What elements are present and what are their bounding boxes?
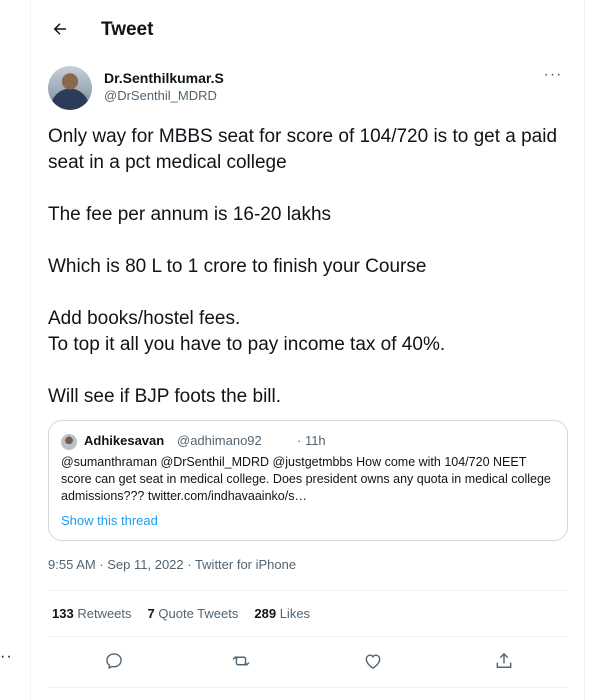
tweet-paragraph: Only way for MBBS seat for score of 104/… [48,126,563,173]
retweets-stat[interactable]: 133 Retweets [52,606,132,621]
tweet-author: Dr.Senthilkumar.S @DrSenthil_MDRD ··· [48,66,568,114]
back-button[interactable] [49,18,71,40]
share-icon [496,652,512,668]
quote-tweets-stat[interactable]: 7 Quote Tweets [148,606,239,621]
left-sidebar: ·· [0,0,30,700]
quote-text: @sumanthraman @DrSenthil_MDRD @justgetmb… [61,455,551,503]
arrow-left-icon [53,23,66,35]
more-dots[interactable]: ·· [0,648,13,666]
likes-stat[interactable]: 289 Likes [254,606,310,621]
quote-author-handle: @adhimano92 [177,433,262,448]
share-button[interactable] [491,648,517,674]
tweet-column: Tweet Dr.Senthilkumar.S @DrSenthil_MDRD … [30,0,585,700]
quote-avatar [61,434,77,450]
retweet-button[interactable] [228,648,254,674]
tweet-actions [31,648,584,674]
likes-label: Likes [279,606,311,621]
quotes-label: Quote Tweets [158,606,239,621]
likes-count: 289 [254,606,277,621]
retweets-count: 133 [52,606,74,621]
more-options-button[interactable]: ··· [538,66,568,86]
author-handle[interactable]: @DrSenthil_MDRD [104,88,217,103]
like-icon [365,654,381,669]
tweet-text: Only way for MBBS seat for score of 104/… [48,124,568,410]
tweet-timestamp[interactable]: 9:55 AM · Sep 11, 2022 · Twitter for iPh… [48,557,296,572]
retweets-label: Retweets [77,606,132,621]
divider [48,590,568,591]
retweet-icon [232,656,250,666]
header: Tweet [31,0,584,60]
quotes-count: 7 [147,606,155,621]
quote-time: · 11h [297,433,326,448]
tweet-paragraph: Will see if BJP foots the bill. [48,386,282,407]
divider [48,687,568,688]
tweet-paragraph: Add books/hostel fees. To top it all you… [48,308,446,355]
reply-button[interactable] [101,648,127,674]
author-name[interactable]: Dr.Senthilkumar.S [104,70,224,86]
reply-icon [106,653,122,669]
tweet-paragraph: The fee per annum is 16-20 lakhs [48,204,332,225]
divider [48,636,568,637]
tweet-stats: 133 Retweets 7 Quote Tweets 289 Likes [52,606,310,621]
quote-author-name: Adhikesavan [84,433,165,448]
like-button[interactable] [360,648,386,674]
show-thread-link[interactable]: Show this thread [61,513,158,528]
avatar[interactable] [48,66,92,110]
page-title: Tweet [101,19,154,40]
tweet-paragraph: Which is 80 L to 1 crore to finish your … [48,256,427,277]
quoted-tweet[interactable]: Adhikesavan @adhimano92 · 11h @sumanthra… [48,420,568,541]
